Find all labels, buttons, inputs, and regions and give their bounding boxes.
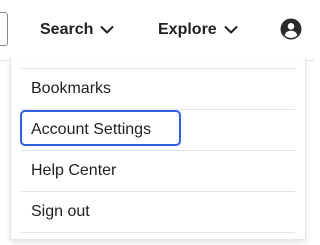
search-menu-button[interactable]: Search xyxy=(40,18,114,42)
user-circle-icon xyxy=(280,18,302,40)
explore-menu-label: Explore xyxy=(158,21,217,38)
search-box[interactable] xyxy=(0,12,8,46)
menu-item-label: Sign out xyxy=(31,203,90,220)
menu-item-sign-out[interactable]: Sign out xyxy=(21,192,295,233)
account-dropdown-menu: Bookmarks Account Settings Help Center S… xyxy=(10,58,306,240)
menu-item-account-settings[interactable]: Account Settings xyxy=(21,110,295,151)
menu-item-bookmarks[interactable]: Bookmarks xyxy=(21,69,295,110)
chevron-down-icon xyxy=(224,26,238,34)
menu-item-help-center[interactable]: Help Center xyxy=(21,151,295,192)
search-menu-label: Search xyxy=(40,21,94,38)
menu-item-label: Bookmarks xyxy=(31,80,112,97)
top-navigation-bar: Search Explore xyxy=(0,0,314,61)
explore-menu-button[interactable]: Explore xyxy=(158,18,238,42)
app-screen: Search Explore Bookmarks Account Setting… xyxy=(0,0,314,245)
account-avatar-button[interactable] xyxy=(280,18,302,40)
chevron-down-icon xyxy=(100,26,114,34)
menu-item-label: Account Settings xyxy=(31,121,152,138)
menu-item-label: Help Center xyxy=(31,162,117,179)
